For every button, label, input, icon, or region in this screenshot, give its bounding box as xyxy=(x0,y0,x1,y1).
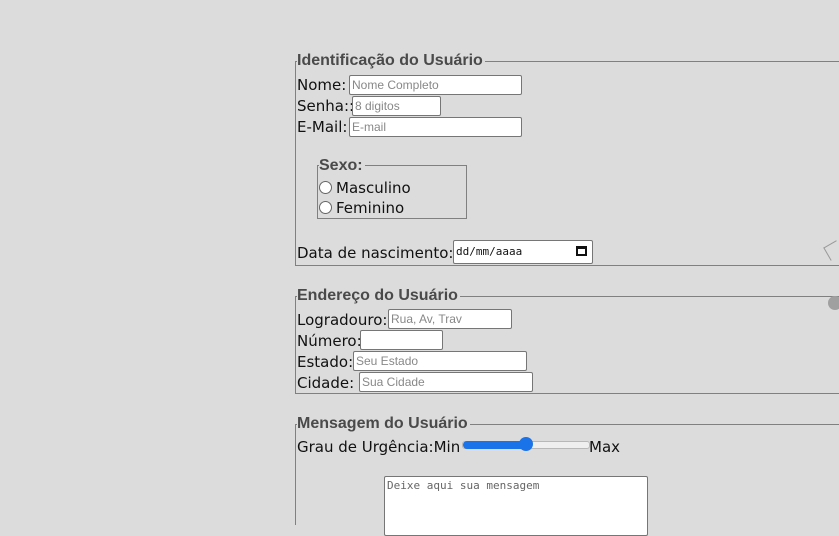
estado-input[interactable]: Seu Estado xyxy=(353,351,527,371)
cidade-input[interactable]: Sua Cidade xyxy=(359,372,533,392)
fieldset-identificacao: Identificação do Usuário Nome: Nome Comp… xyxy=(295,51,839,266)
radio-label-masculino: Masculino xyxy=(336,179,411,197)
email-input[interactable]: E-mail xyxy=(349,117,522,137)
nascimento-date-input[interactable]: dd/mm/aaaa xyxy=(453,240,593,264)
nome-label: Nome: xyxy=(297,76,347,94)
urgencia-slider[interactable] xyxy=(462,437,590,451)
senha-label: Senha:: xyxy=(297,97,355,115)
radio-circle-icon[interactable] xyxy=(319,181,332,194)
legend-mensagem: Mensagem do Usuário xyxy=(297,414,470,434)
calendar-icon[interactable] xyxy=(576,246,587,256)
fieldset-mensagem: Mensagem do Usuário Grau de Urgência:Min… xyxy=(295,414,839,536)
date-placeholder: dd/mm/aaaa xyxy=(456,245,523,258)
radio-label-feminino: Feminino xyxy=(336,199,405,217)
legend-identificacao: Identificação do Usuário xyxy=(297,51,485,71)
legend-sexo: Sexo: xyxy=(319,157,365,175)
fieldset-endereco: Endereço do Usuário Logradouro: Rua, Av,… xyxy=(295,286,839,394)
radio-masculino[interactable]: Masculino xyxy=(319,179,411,197)
max-label: Max xyxy=(589,438,621,456)
mensagem-textarea[interactable]: Deixe aqui sua mensagem xyxy=(384,476,648,536)
min-label: Min xyxy=(433,438,461,456)
radio-circle-icon[interactable] xyxy=(319,201,332,214)
slider-thumb[interactable] xyxy=(519,437,533,451)
edge-fragment xyxy=(828,296,839,310)
logradouro-label: Logradouro: xyxy=(297,311,388,329)
radio-feminino[interactable]: Feminino xyxy=(319,199,404,217)
slider-fill xyxy=(463,441,526,449)
senha-input[interactable]: 8 digitos xyxy=(352,96,441,116)
fieldset-sexo: Sexo: Masculino Feminino xyxy=(317,157,467,219)
estado-label: Estado: xyxy=(297,353,354,371)
numero-label: Número: xyxy=(297,332,362,350)
logradouro-input[interactable]: Rua, Av, Trav xyxy=(388,309,512,329)
nascimento-label: Data de nascimento: xyxy=(297,244,454,262)
urgencia-label: Grau de Urgência:Min xyxy=(297,438,460,456)
urgencia-text: Grau de Urgência: xyxy=(297,438,434,456)
email-label: E-Mail: xyxy=(297,118,348,136)
numero-input[interactable] xyxy=(360,330,443,350)
cidade-label: Cidade: xyxy=(297,374,355,392)
legend-endereco: Endereço do Usuário xyxy=(297,286,460,306)
nome-input[interactable]: Nome Completo xyxy=(349,75,522,95)
